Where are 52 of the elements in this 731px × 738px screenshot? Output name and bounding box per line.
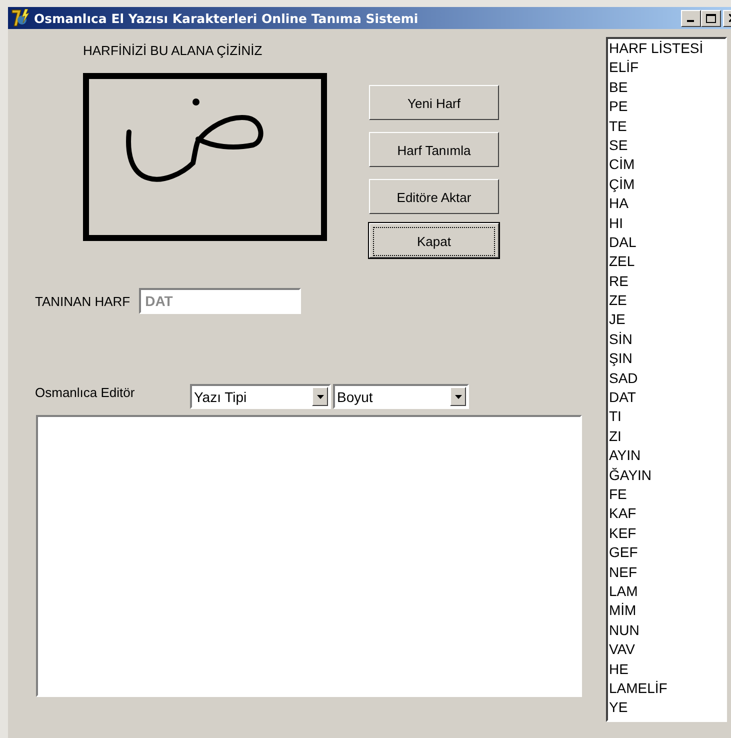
list-item[interactable]: LAMELİF <box>608 678 725 698</box>
list-item[interactable]: ŞIN <box>608 349 725 369</box>
list-item[interactable]: TI <box>608 407 725 427</box>
list-item[interactable]: SAD <box>608 368 725 388</box>
list-item[interactable]: ELİF <box>608 58 725 78</box>
list-item[interactable]: GEF <box>608 543 725 563</box>
list-item[interactable]: NEF <box>608 562 725 582</box>
action-button[interactable]: Harf Tanımla <box>369 132 499 167</box>
window-title: Osmanlıca El Yazısı Karakterleri Online Tanıma Sistemi <box>34 10 418 26</box>
lightning-icon <box>11 9 31 27</box>
list-item[interactable]: HA <box>608 194 725 214</box>
list-item[interactable]: DAL <box>608 232 725 252</box>
font-dropdown[interactable]: Yazı Tipi <box>190 384 331 409</box>
list-item[interactable]: ZE <box>608 291 725 310</box>
list-item[interactable]: NUN <box>608 620 725 640</box>
drawing-area[interactable] <box>83 73 327 241</box>
list-item[interactable]: RE <box>608 272 725 292</box>
list-item[interactable]: BE <box>608 78 725 98</box>
dropdown-arrow-icon <box>316 394 324 398</box>
list-item[interactable]: HARF LİSTESİ <box>608 39 725 58</box>
list-item[interactable]: AYIN <box>608 446 725 466</box>
action-button[interactable]: Yeni Harf <box>369 85 499 120</box>
minimize-button[interactable] <box>681 10 701 26</box>
draw-area-label: HARFİNİZİ BU ALANA ÇİZİNİZ <box>83 43 264 60</box>
list-item[interactable]: TE <box>608 116 725 136</box>
list-item[interactable]: SE <box>608 136 725 156</box>
list-item[interactable]: CİM <box>608 155 725 175</box>
recognized-letter-label: TANINAN HARF <box>35 294 130 308</box>
list-item[interactable]: FE <box>608 484 725 504</box>
list-item[interactable]: PE <box>608 97 725 117</box>
dropdown-arrow-icon <box>454 394 462 398</box>
list-item[interactable]: ZI <box>608 426 725 446</box>
list-item[interactable]: KAF <box>608 504 725 524</box>
size-dropdown[interactable]: Boyut <box>333 384 469 409</box>
list-item[interactable]: ÇİM <box>608 174 725 194</box>
maximize-button[interactable] <box>701 10 721 26</box>
list-item[interactable]: MİM <box>608 601 725 621</box>
list-item[interactable]: ĞAYIN <box>608 466 725 485</box>
list-item[interactable]: YE <box>608 698 725 718</box>
maximize-icon <box>706 14 716 22</box>
list-item[interactable]: HE <box>608 660 725 679</box>
list-item[interactable]: KEF <box>608 524 725 544</box>
list-item[interactable]: DAT <box>608 388 725 408</box>
list-item[interactable]: SİN <box>608 330 725 350</box>
action-button[interactable]: Kapat <box>369 223 499 258</box>
list-item[interactable]: LAM <box>608 582 725 602</box>
list-item[interactable]: VAV <box>608 640 725 660</box>
editor-label: Osmanlıca Editör <box>35 385 136 400</box>
list-item[interactable]: ZEL <box>608 252 725 272</box>
list-item[interactable]: HI <box>608 214 725 233</box>
action-button[interactable]: Editöre Aktar <box>369 179 499 214</box>
list-item[interactable]: JE <box>608 310 725 330</box>
